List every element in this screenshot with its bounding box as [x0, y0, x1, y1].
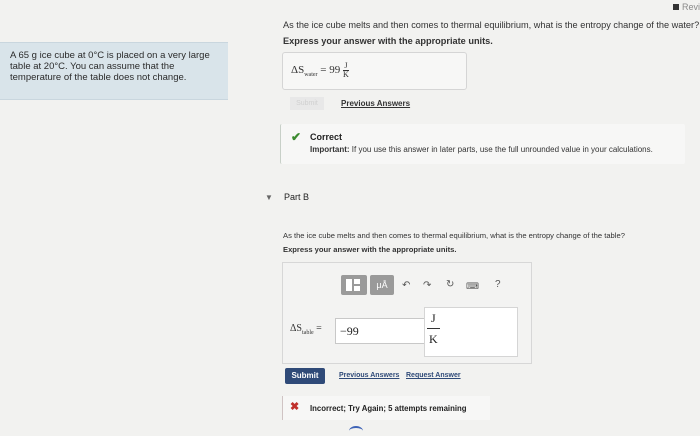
- part-b-value-input[interactable]: −99: [335, 318, 429, 344]
- correct-feedback: [280, 124, 685, 164]
- keyboard-icon[interactable]: ⌨: [466, 281, 479, 292]
- part-a-instruction: Express your answer with the appropriate…: [283, 36, 493, 46]
- part-b-submit-button[interactable]: Submit: [285, 368, 325, 384]
- help-button[interactable]: ?: [495, 279, 501, 290]
- part-b-unit: J K: [427, 311, 440, 346]
- reset-icon[interactable]: ↻: [446, 279, 454, 290]
- templates-button[interactable]: [341, 275, 367, 295]
- part-a-question: As the ice cube melts and then comes to …: [283, 20, 700, 30]
- caret-down-icon[interactable]: ▼: [265, 193, 273, 202]
- part-a-unit: J K: [343, 61, 349, 79]
- part-b-instruction: Express your answer with the appropriate…: [283, 245, 457, 254]
- part-a-submit-button[interactable]: Submit: [290, 97, 324, 110]
- part-b-answer-label: ΔStable =: [290, 323, 322, 336]
- incorrect-text: Incorrect; Try Again; 5 attempts remaini…: [310, 404, 467, 413]
- important-note: Important: If you use this answer in lat…: [310, 145, 653, 154]
- units-button[interactable]: μÅ: [370, 275, 394, 295]
- problem-statement: A 65 g ice cube at 0°C is placed on a ve…: [10, 50, 210, 83]
- part-b-request-answer-link[interactable]: Request Answer: [406, 372, 461, 379]
- x-icon: ✖: [290, 401, 300, 413]
- correct-title: Correct: [310, 132, 343, 142]
- undo-icon[interactable]: ↶: [402, 280, 410, 291]
- part-b-question: As the ice cube melts and then comes to …: [283, 231, 625, 240]
- part-b-previous-answers-link[interactable]: Previous Answers: [339, 372, 399, 379]
- check-icon: ✔: [291, 130, 302, 144]
- redo-icon[interactable]: ↷: [423, 280, 431, 291]
- part-a-previous-answers-link[interactable]: Previous Answers: [341, 99, 410, 108]
- part-a-answer: ΔSwater = 99 J K: [291, 61, 349, 79]
- review-link[interactable]: Revi: [672, 2, 700, 12]
- review-icon: [672, 4, 679, 10]
- loading-arc-icon: [349, 426, 363, 436]
- part-b-label[interactable]: Part B: [284, 192, 309, 202]
